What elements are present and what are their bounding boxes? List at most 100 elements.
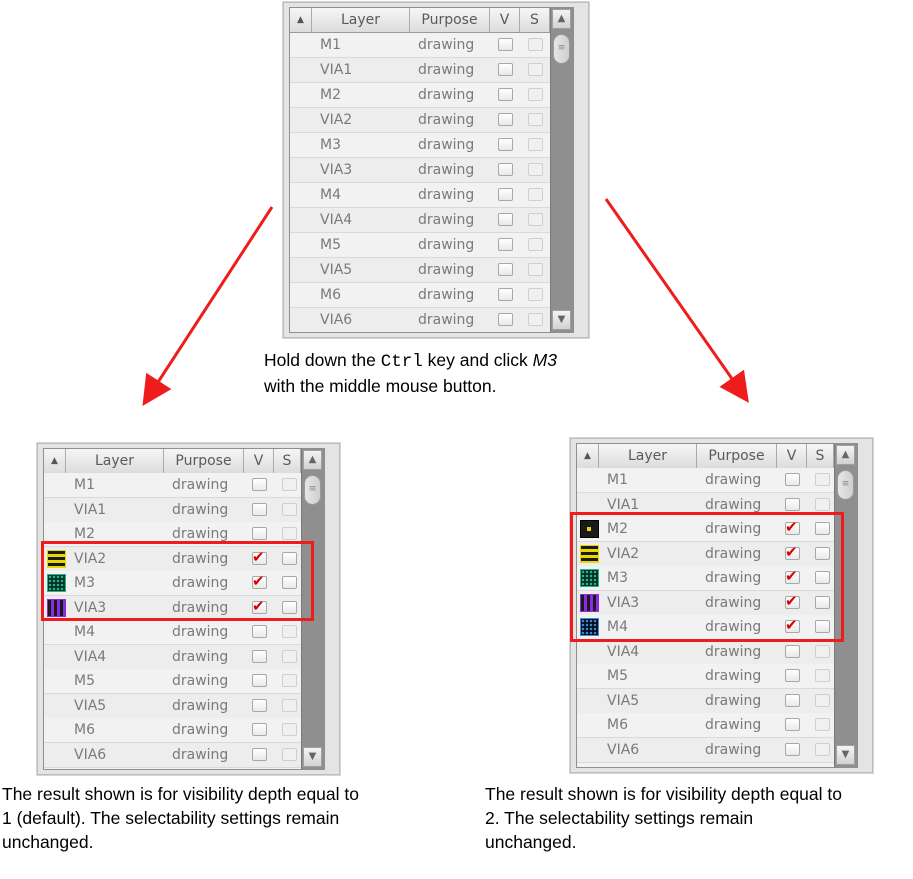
layer-row[interactable]: M5 drawing bbox=[44, 669, 301, 694]
selectable-checkbox[interactable] bbox=[282, 625, 297, 638]
visible-checkbox[interactable] bbox=[498, 213, 513, 226]
layer-row[interactable]: VIA4 drawing bbox=[577, 639, 834, 665]
sort-column-button[interactable]: ▲ bbox=[290, 8, 312, 32]
column-header-purpose[interactable]: Purpose bbox=[164, 449, 244, 473]
scroll-up-button[interactable]: ▲ bbox=[836, 445, 855, 465]
scroll-down-button[interactable]: ▼ bbox=[303, 747, 322, 767]
scroll-thumb[interactable]: ≡ bbox=[553, 34, 570, 64]
scroll-up-button[interactable]: ▲ bbox=[552, 9, 571, 29]
column-header-v[interactable]: V bbox=[490, 8, 520, 32]
vertical-scrollbar[interactable]: ▲ ≡ ▼ bbox=[550, 8, 573, 332]
layer-row[interactable]: M4 drawing bbox=[290, 183, 550, 208]
column-header-layer[interactable]: Layer bbox=[312, 8, 410, 32]
selectable-checkbox[interactable] bbox=[528, 288, 543, 301]
layer-row[interactable]: M1 drawing bbox=[577, 468, 834, 493]
visible-checkbox[interactable] bbox=[498, 238, 513, 251]
visible-checkbox[interactable] bbox=[252, 649, 267, 663]
scroll-thumb[interactable]: ≡ bbox=[837, 470, 854, 500]
selectable-checkbox[interactable] bbox=[282, 747, 297, 761]
selectable-checkbox[interactable] bbox=[815, 718, 830, 731]
layer-row[interactable]: M1 drawing bbox=[44, 473, 301, 498]
visible-checkbox[interactable] bbox=[785, 497, 800, 511]
visible-checkbox[interactable] bbox=[252, 674, 267, 687]
selectable-checkbox[interactable] bbox=[528, 163, 543, 176]
selectable-checkbox[interactable] bbox=[815, 742, 830, 756]
layer-row[interactable]: VIA5 drawing bbox=[290, 258, 550, 283]
visible-checkbox[interactable] bbox=[785, 669, 800, 682]
sort-column-button[interactable]: ▲ bbox=[577, 444, 599, 468]
visible-checkbox[interactable] bbox=[498, 188, 513, 201]
visible-checkbox[interactable] bbox=[498, 38, 513, 51]
selectable-checkbox[interactable] bbox=[815, 497, 830, 511]
layer-row[interactable]: VIA6 drawing bbox=[44, 742, 301, 768]
selectable-checkbox[interactable] bbox=[815, 473, 830, 486]
layer-row[interactable]: VIA4 drawing bbox=[44, 644, 301, 670]
visible-checkbox[interactable] bbox=[252, 527, 267, 540]
visible-checkbox[interactable] bbox=[785, 644, 800, 658]
selectable-checkbox[interactable] bbox=[528, 188, 543, 201]
layer-row[interactable]: M1 drawing bbox=[290, 33, 550, 58]
layer-row[interactable]: VIA5 drawing bbox=[44, 693, 301, 719]
selectable-checkbox[interactable] bbox=[282, 698, 297, 712]
sort-column-button[interactable]: ▲ bbox=[44, 449, 66, 473]
visible-checkbox[interactable] bbox=[498, 138, 513, 151]
layer-row[interactable]: VIA1 drawing bbox=[44, 497, 301, 523]
visible-checkbox[interactable] bbox=[252, 747, 267, 761]
visible-checkbox[interactable] bbox=[252, 723, 267, 736]
layer-row[interactable]: M5 drawing bbox=[577, 664, 834, 689]
layer-row[interactable]: M4 drawing bbox=[44, 620, 301, 645]
scroll-down-button[interactable]: ▼ bbox=[836, 745, 855, 765]
visible-checkbox[interactable] bbox=[498, 113, 513, 126]
layer-row[interactable]: M2 drawing bbox=[290, 83, 550, 108]
selectable-checkbox[interactable] bbox=[528, 63, 543, 76]
scroll-down-button[interactable]: ▼ bbox=[552, 310, 571, 330]
visible-checkbox[interactable] bbox=[498, 313, 513, 326]
layer-row[interactable]: M6 drawing bbox=[44, 718, 301, 743]
selectable-checkbox[interactable] bbox=[528, 113, 543, 126]
column-header-s[interactable]: S bbox=[520, 8, 550, 32]
layer-row[interactable]: VIA6 drawing bbox=[290, 308, 550, 332]
selectable-checkbox[interactable] bbox=[528, 88, 543, 101]
selectable-checkbox[interactable] bbox=[528, 38, 543, 51]
visible-checkbox[interactable] bbox=[498, 88, 513, 101]
layer-row[interactable]: VIA1 drawing bbox=[290, 58, 550, 83]
layer-row[interactable]: M6 drawing bbox=[577, 713, 834, 738]
visible-checkbox[interactable] bbox=[785, 693, 800, 707]
layer-row[interactable]: VIA4 drawing bbox=[290, 208, 550, 233]
visible-checkbox[interactable] bbox=[252, 625, 267, 638]
scroll-up-button[interactable]: ▲ bbox=[303, 450, 322, 470]
selectable-checkbox[interactable] bbox=[815, 693, 830, 707]
selectable-checkbox[interactable] bbox=[282, 649, 297, 663]
selectable-checkbox[interactable] bbox=[815, 644, 830, 658]
column-header-layer[interactable]: Layer bbox=[599, 444, 697, 468]
selectable-checkbox[interactable] bbox=[815, 669, 830, 682]
column-header-layer[interactable]: Layer bbox=[66, 449, 164, 473]
layer-row[interactable]: VIA3 drawing bbox=[290, 158, 550, 183]
selectable-checkbox[interactable] bbox=[282, 674, 297, 687]
visible-checkbox[interactable] bbox=[252, 502, 267, 516]
visible-checkbox[interactable] bbox=[252, 698, 267, 712]
selectable-checkbox[interactable] bbox=[282, 502, 297, 516]
column-header-purpose[interactable]: Purpose bbox=[697, 444, 777, 468]
scroll-thumb[interactable]: ≡ bbox=[304, 475, 321, 505]
visible-checkbox[interactable] bbox=[498, 63, 513, 76]
selectable-checkbox[interactable] bbox=[528, 138, 543, 151]
visible-checkbox[interactable] bbox=[498, 263, 513, 276]
visible-checkbox[interactable] bbox=[785, 473, 800, 486]
selectable-checkbox[interactable] bbox=[528, 263, 543, 276]
column-header-v[interactable]: V bbox=[777, 444, 807, 468]
selectable-checkbox[interactable] bbox=[282, 723, 297, 736]
column-header-purpose[interactable]: Purpose bbox=[410, 8, 490, 32]
selectable-checkbox[interactable] bbox=[528, 238, 543, 251]
layer-row[interactable]: M3 drawing bbox=[290, 133, 550, 158]
layer-row[interactable]: VIA6 drawing bbox=[577, 737, 834, 763]
visible-checkbox[interactable] bbox=[785, 742, 800, 756]
column-header-s[interactable]: S bbox=[274, 449, 301, 473]
column-header-v[interactable]: V bbox=[244, 449, 274, 473]
layer-row[interactable]: M5 drawing bbox=[290, 233, 550, 258]
selectable-checkbox[interactable] bbox=[282, 478, 297, 491]
visible-checkbox[interactable] bbox=[252, 478, 267, 491]
visible-checkbox[interactable] bbox=[498, 288, 513, 301]
layer-row[interactable]: VIA2 drawing bbox=[290, 108, 550, 133]
visible-checkbox[interactable] bbox=[785, 718, 800, 731]
